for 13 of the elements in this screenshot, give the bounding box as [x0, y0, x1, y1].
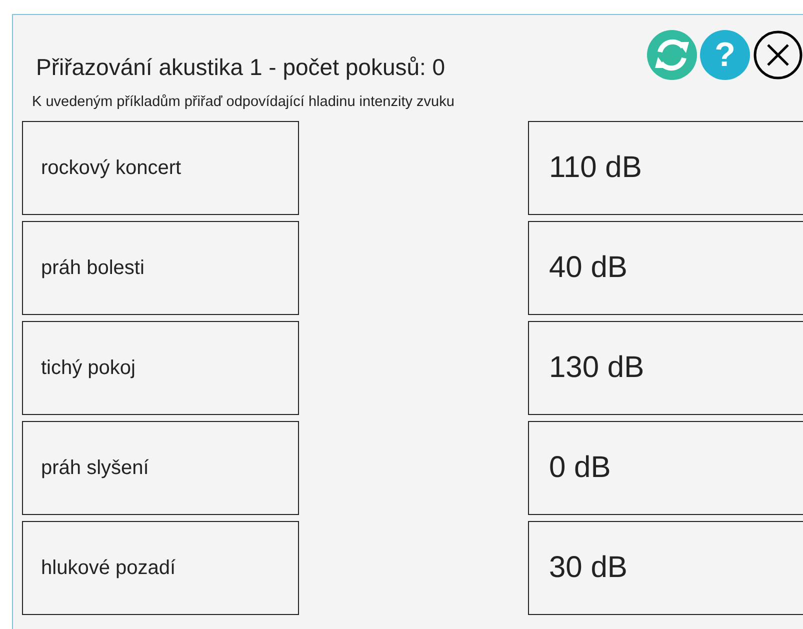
- level-card[interactable]: 40 dB: [528, 221, 803, 315]
- level-card[interactable]: 130 dB: [528, 321, 803, 415]
- close-icon[interactable]: [753, 30, 803, 80]
- example-card[interactable]: tichý pokoj: [22, 321, 299, 415]
- level-card[interactable]: 0 dB: [528, 421, 803, 515]
- example-card[interactable]: hlukové pozadí: [22, 521, 299, 615]
- level-card[interactable]: 30 dB: [528, 521, 803, 615]
- exercise-title: Přiřazování akustika 1 - počet pokusů: 0: [36, 54, 446, 81]
- example-card[interactable]: práh bolesti: [22, 221, 299, 315]
- instruction-text: K uvedeným příkladům přiřaď odpovídající hladinu intenzity zvuku: [32, 94, 456, 110]
- example-card[interactable]: práh slyšení: [22, 421, 299, 515]
- example-card[interactable]: rockový koncert: [22, 121, 299, 215]
- level-card[interactable]: 110 dB: [528, 121, 803, 215]
